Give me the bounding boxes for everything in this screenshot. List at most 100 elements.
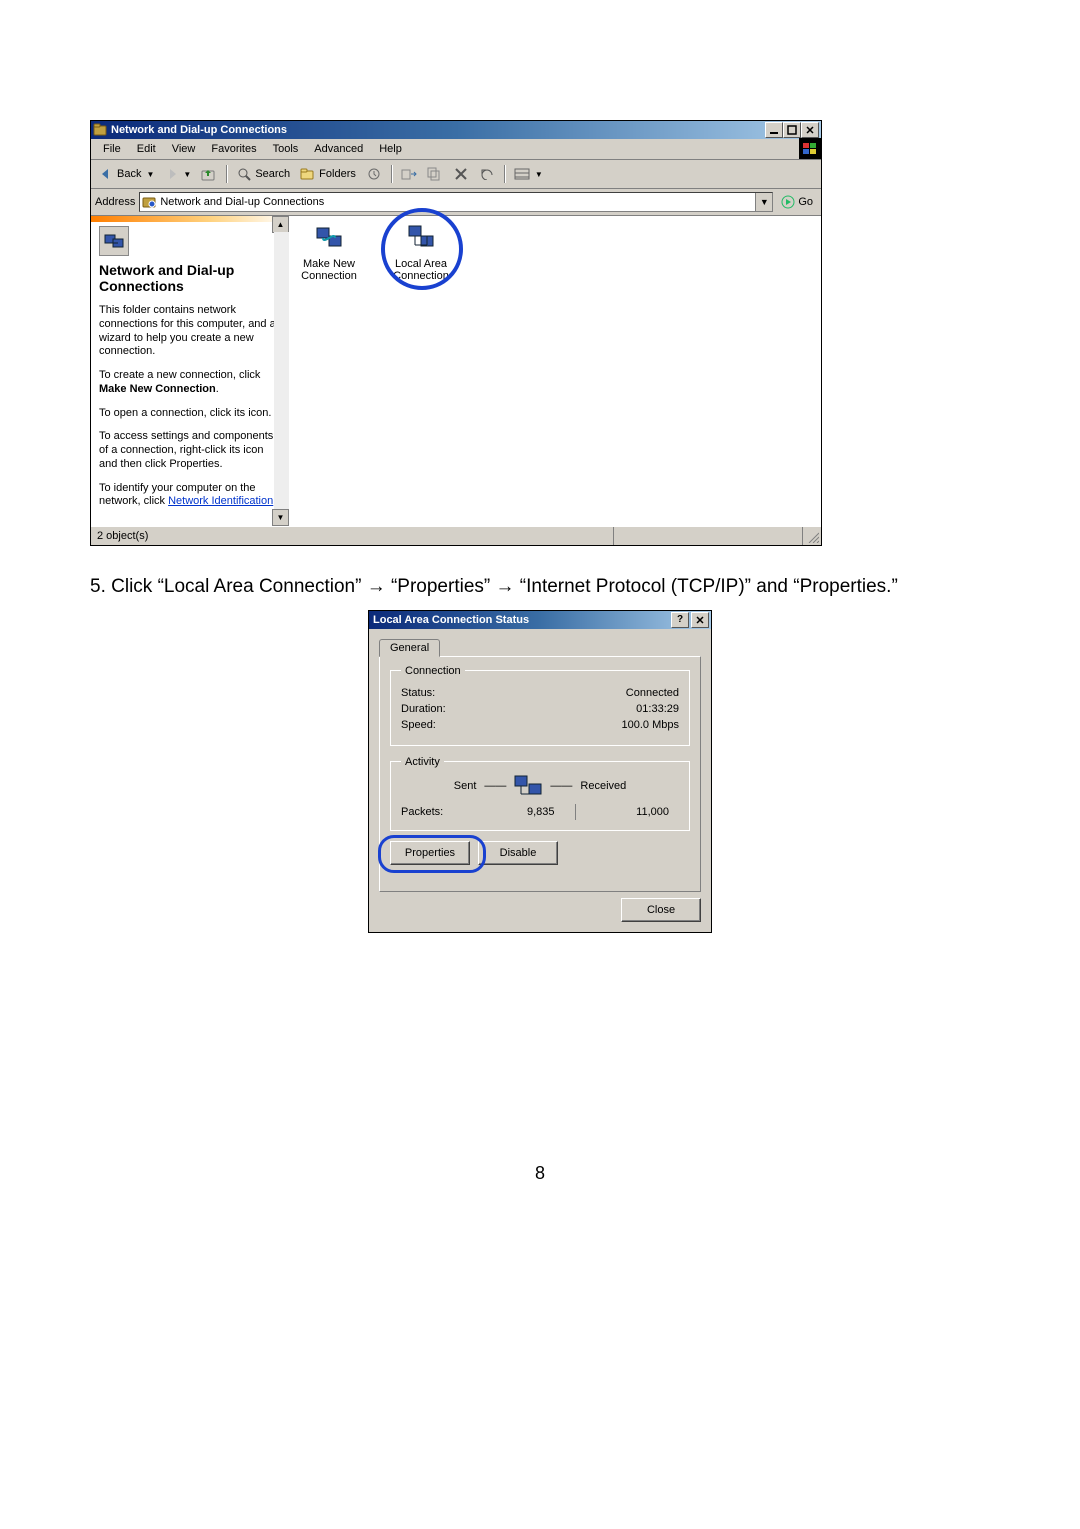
go-label: Go [798, 196, 813, 208]
info-text-2b: Make New Connection [99, 383, 216, 395]
menu-favorites[interactable]: Favorites [203, 141, 264, 157]
received-label: Received [580, 780, 626, 792]
explorer-body: Network and Dial-up Connections This fol… [91, 216, 821, 526]
tab-general[interactable]: General [379, 639, 440, 657]
folders-icon [300, 166, 316, 182]
address-input[interactable]: Network and Dial-up Connections ▼ [139, 192, 773, 212]
menu-tools[interactable]: Tools [265, 141, 307, 157]
status-label: Status: [401, 687, 435, 699]
title-bar[interactable]: Network and Dial-up Connections [91, 121, 821, 139]
folders-label: Folders [319, 168, 356, 180]
properties-button[interactable]: Properties [390, 841, 470, 865]
dash-icon: —— [484, 780, 506, 792]
local-area-connection-item[interactable]: Local Area Connection [385, 222, 457, 282]
folder-network-icon [93, 123, 107, 137]
close-button[interactable] [691, 612, 709, 628]
disable-button[interactable]: Disable [478, 841, 558, 865]
menu-bar: File Edit View Favorites Tools Advanced … [91, 139, 821, 160]
window-title: Network and Dial-up Connections [111, 124, 287, 136]
info-text-2c: . [216, 383, 219, 395]
move-to-button[interactable] [398, 165, 420, 183]
views-icon [514, 166, 530, 182]
address-dropdown-icon[interactable]: ▼ [755, 193, 772, 211]
history-icon [366, 166, 382, 182]
icon-view: Make New Connection Local Area Connectio… [289, 216, 821, 526]
back-arrow-icon [98, 166, 114, 182]
network-identification-link[interactable]: Network Identification [168, 495, 273, 507]
go-button[interactable]: Go [777, 195, 817, 209]
network-connections-window: Network and Dial-up Connections File Edi… [90, 120, 822, 546]
chevron-down-icon: ▼ [146, 170, 154, 179]
search-label: Search [255, 168, 290, 180]
menu-help[interactable]: Help [371, 141, 410, 157]
close-dialog-button[interactable]: Close [621, 898, 701, 922]
forward-arrow-icon [164, 166, 180, 182]
minimize-button[interactable] [765, 122, 783, 138]
delete-button[interactable] [450, 165, 472, 183]
forward-button[interactable]: ▼ [161, 165, 194, 183]
tab-strip: General [379, 639, 701, 657]
sent-label: Sent [454, 780, 477, 792]
menu-view[interactable]: View [164, 141, 204, 157]
history-button[interactable] [363, 165, 385, 183]
duration-label: Duration: [401, 703, 446, 715]
lan-connection-icon [405, 222, 437, 254]
info-text-5: To identify your computer on the network… [99, 482, 281, 510]
address-label: Address [95, 196, 135, 208]
resize-grip-icon[interactable] [803, 527, 821, 544]
up-button[interactable] [198, 165, 220, 183]
dialog-title: Local Area Connection Status [371, 614, 671, 626]
folders-button[interactable]: Folders [297, 165, 359, 183]
dialog-title-bar[interactable]: Local Area Connection Status ? [369, 611, 711, 629]
accent-bar [91, 216, 289, 222]
packets-sent-value: 9,835 [471, 806, 565, 818]
status-bar: 2 object(s) [91, 526, 821, 545]
search-button[interactable]: Search [233, 165, 293, 183]
status-value: Connected [626, 687, 679, 699]
tab-label: General [390, 642, 429, 654]
folder-up-icon [201, 166, 217, 182]
step-5-instruction: 5. Click “Local Area Connection” → “Prop… [90, 574, 990, 600]
speed-value: 100.0 Mbps [622, 719, 679, 731]
undo-button[interactable] [476, 165, 498, 183]
scroll-up-button[interactable]: ▲ [272, 216, 289, 233]
scrollbar-track[interactable] [274, 232, 289, 510]
close-button[interactable] [801, 122, 819, 138]
question-icon: ? [677, 614, 683, 625]
info-text-2a: To create a new connection, click [99, 369, 260, 381]
scroll-down-button[interactable]: ▼ [272, 509, 289, 526]
tab-panel-general: Connection Status: Connected Duration: 0… [379, 656, 701, 892]
speed-label: Speed: [401, 719, 436, 731]
folder-network-icon [142, 195, 156, 209]
back-button[interactable]: Back ▼ [95, 165, 157, 183]
packets-received-value: 11,000 [586, 806, 680, 818]
lan-status-dialog: Local Area Connection Status ? General C… [368, 610, 712, 933]
menu-file[interactable]: File [95, 141, 129, 157]
toolbar: Back ▼ ▼ Search [91, 160, 821, 189]
button-label: Close [647, 904, 675, 916]
search-icon [236, 166, 252, 182]
views-button[interactable]: ▼ [511, 165, 546, 183]
item-label: Make New Connection [301, 258, 357, 282]
info-pane: Network and Dial-up Connections This fol… [91, 216, 289, 526]
info-text-3: To open a connection, click its icon. [99, 407, 281, 421]
connection-wizard-icon [313, 222, 345, 254]
menu-advanced[interactable]: Advanced [306, 141, 371, 157]
delete-icon [453, 166, 469, 182]
info-text-1: This folder contains network connections… [99, 304, 281, 359]
group-legend: Activity [401, 756, 444, 768]
windows-logo-icon [799, 138, 821, 159]
page-number: 8 [90, 1163, 990, 1184]
undo-icon [479, 166, 495, 182]
help-button[interactable]: ? [671, 612, 689, 628]
packets-label: Packets: [401, 806, 471, 818]
copy-to-button[interactable] [424, 165, 446, 183]
dash-icon: —— [550, 780, 572, 792]
menu-edit[interactable]: Edit [129, 141, 164, 157]
maximize-button[interactable] [783, 122, 801, 138]
address-bar: Address Network and Dial-up Connections … [91, 189, 821, 216]
back-label: Back [117, 168, 141, 180]
make-new-connection-item[interactable]: Make New Connection [293, 222, 365, 282]
info-text-2: To create a new connection, click Make N… [99, 369, 281, 397]
move-to-icon [401, 166, 417, 182]
